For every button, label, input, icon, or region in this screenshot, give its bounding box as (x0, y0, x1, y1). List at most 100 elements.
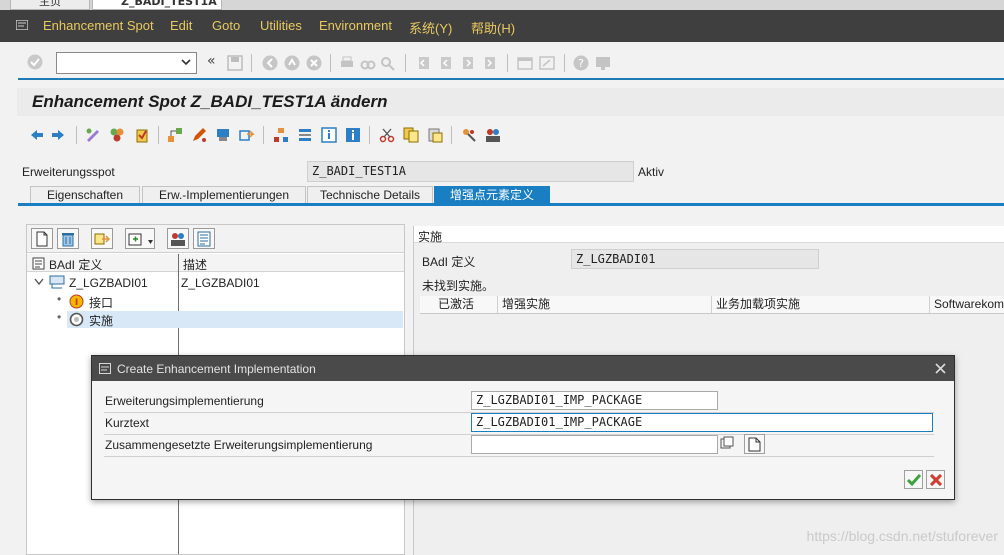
tree-interface-node[interactable]: 接口 (89, 294, 113, 311)
window-tab-strip: 主页 Z_BADI_TEST1A (0, 0, 1004, 10)
last-page-icon[interactable] (482, 55, 498, 71)
previous-page-icon[interactable] (438, 55, 454, 71)
menu-goto[interactable]: Goto (212, 18, 240, 33)
tree-root-node[interactable]: Z_LGZBADI01 (69, 276, 148, 290)
menu-icon[interactable] (16, 20, 28, 30)
implementation-node-icon (69, 312, 84, 327)
outline-icon[interactable] (297, 127, 313, 143)
grid-column-enhancement-impl[interactable]: 增强实施 (498, 296, 712, 314)
new-session-icon[interactable] (517, 55, 533, 71)
column-description[interactable]: 描述 (183, 256, 207, 273)
selected-row-highlight (67, 311, 403, 328)
composite-implementation-input[interactable] (471, 435, 718, 454)
collapse-toolbar-icon[interactable]: « (207, 53, 216, 69)
interface-icon: I (69, 294, 84, 309)
copy-icon[interactable] (403, 127, 419, 143)
window-tab-home[interactable]: 主页 (10, 0, 90, 10)
next-page-icon[interactable] (460, 55, 476, 71)
expand-chevron-icon[interactable] (34, 278, 44, 286)
where-used-icon[interactable] (215, 127, 231, 143)
hierarchy-icon[interactable] (167, 127, 183, 143)
check-object-icon[interactable] (109, 127, 125, 143)
new-button[interactable] (31, 228, 53, 249)
print-icon[interactable] (339, 55, 355, 71)
menu-utilities[interactable]: Utilities (260, 18, 302, 33)
svg-text:?: ? (578, 57, 584, 70)
implementation-icon[interactable] (461, 127, 477, 143)
users-icon (171, 233, 185, 246)
activate-icon[interactable] (134, 127, 150, 143)
toolbar-separator (507, 54, 508, 72)
exit-icon[interactable] (284, 55, 300, 71)
save-icon[interactable] (227, 55, 243, 71)
menu-edit[interactable]: Edit (170, 18, 192, 33)
enhancement-spot-field[interactable]: Z_BADI_TEST1A (307, 161, 634, 182)
dialog-title: Create Enhancement Implementation (117, 362, 316, 376)
edit-pencil-icon[interactable] (191, 127, 207, 143)
navigate-icon[interactable] (239, 127, 255, 143)
grid-column-badi-impl[interactable]: 业务加载项实施 (712, 296, 930, 314)
back-arrow-icon[interactable] (28, 127, 44, 143)
cut-icon[interactable] (379, 127, 395, 143)
forward-arrow-icon[interactable] (51, 127, 67, 143)
tab-properties[interactable]: Eigenschaften (30, 186, 140, 204)
tree-bullet: • (57, 310, 62, 324)
menu-environment[interactable]: Environment (319, 18, 392, 33)
info-icon[interactable] (345, 127, 361, 143)
dialog-window-icon (99, 363, 111, 374)
documentation-icon[interactable] (321, 127, 337, 143)
menu-enhancement-spot[interactable]: Enhancement Spot (43, 18, 154, 33)
shortcut-icon[interactable] (539, 55, 555, 71)
customize-layout-icon[interactable] (595, 55, 611, 71)
short-text-input[interactable]: Z_LGZBADI01_IMP_PACKAGE (471, 413, 933, 432)
assign-users-button[interactable] (167, 228, 189, 249)
delete-button[interactable] (57, 228, 79, 249)
value-help-icon[interactable] (720, 436, 734, 450)
tab-implementations[interactable]: Erw.-Implementierungen (142, 186, 306, 204)
confirm-button[interactable] (904, 470, 923, 489)
svg-text:I: I (75, 298, 78, 308)
grid-column-software-component[interactable]: Softwarekom (930, 296, 1004, 314)
tab-technical-details[interactable]: Technische Details (307, 186, 433, 204)
checkmark-icon (907, 474, 921, 487)
move-button[interactable] (91, 228, 113, 249)
back-icon[interactable] (262, 55, 278, 71)
enhancement-spot-label: Erweiterungsspot (22, 165, 115, 179)
tree-implementation-node[interactable]: 实施 (89, 312, 113, 329)
details-button[interactable] (193, 228, 215, 249)
cancel-x-icon (930, 474, 942, 486)
short-text-label: Kurztext (105, 416, 150, 430)
enter-check-icon[interactable] (27, 54, 43, 70)
paste-icon[interactable] (427, 127, 443, 143)
chevron-down-icon[interactable] (181, 58, 191, 66)
help-icon[interactable]: ? (573, 55, 589, 71)
no-implementation-message: 未找到实施。 (422, 279, 495, 293)
close-icon[interactable] (935, 363, 946, 374)
command-field[interactable] (56, 52, 197, 74)
menu-system[interactable]: 系统(Y) (409, 18, 452, 37)
tree-header: BAdI 定义 描述 (27, 254, 404, 273)
first-page-icon[interactable] (416, 55, 432, 71)
implementation-name-input[interactable]: Z_LGZBADI01_IMP_PACKAGE (471, 391, 718, 410)
create-with-options-button[interactable] (125, 228, 155, 249)
window-tab-current[interactable]: Z_BADI_TEST1A (92, 0, 222, 10)
badi-tree-icon (32, 257, 45, 270)
display-change-icon[interactable] (85, 127, 101, 143)
tab-enhancement-spot-elements[interactable]: 增强点元素定义 (434, 186, 550, 204)
object-list-icon[interactable] (273, 127, 289, 143)
users-icon[interactable] (485, 127, 501, 143)
column-badi-definition[interactable]: BAdI 定义 (49, 256, 102, 273)
grid-column-active[interactable]: 已激活 (420, 296, 498, 314)
window-tab-home-label: 主页 (39, 0, 61, 8)
title-bar: Enhancement Spot Z_BADI_TEST1A ändern (17, 88, 1004, 116)
find-icon[interactable] (360, 55, 376, 71)
toolbar-separator (451, 126, 452, 144)
find-next-icon[interactable] (380, 55, 396, 71)
toolbar-separator (158, 126, 159, 144)
cancel-button[interactable] (926, 470, 945, 489)
create-composite-button[interactable] (744, 434, 765, 454)
menu-bar: Enhancement Spot Edit Goto Utilities Env… (0, 10, 1004, 42)
cancel-icon[interactable] (306, 55, 322, 71)
menu-help[interactable]: 帮助(H) (471, 18, 515, 37)
badi-definition-field[interactable]: Z_LGZBADI01 (571, 249, 819, 269)
